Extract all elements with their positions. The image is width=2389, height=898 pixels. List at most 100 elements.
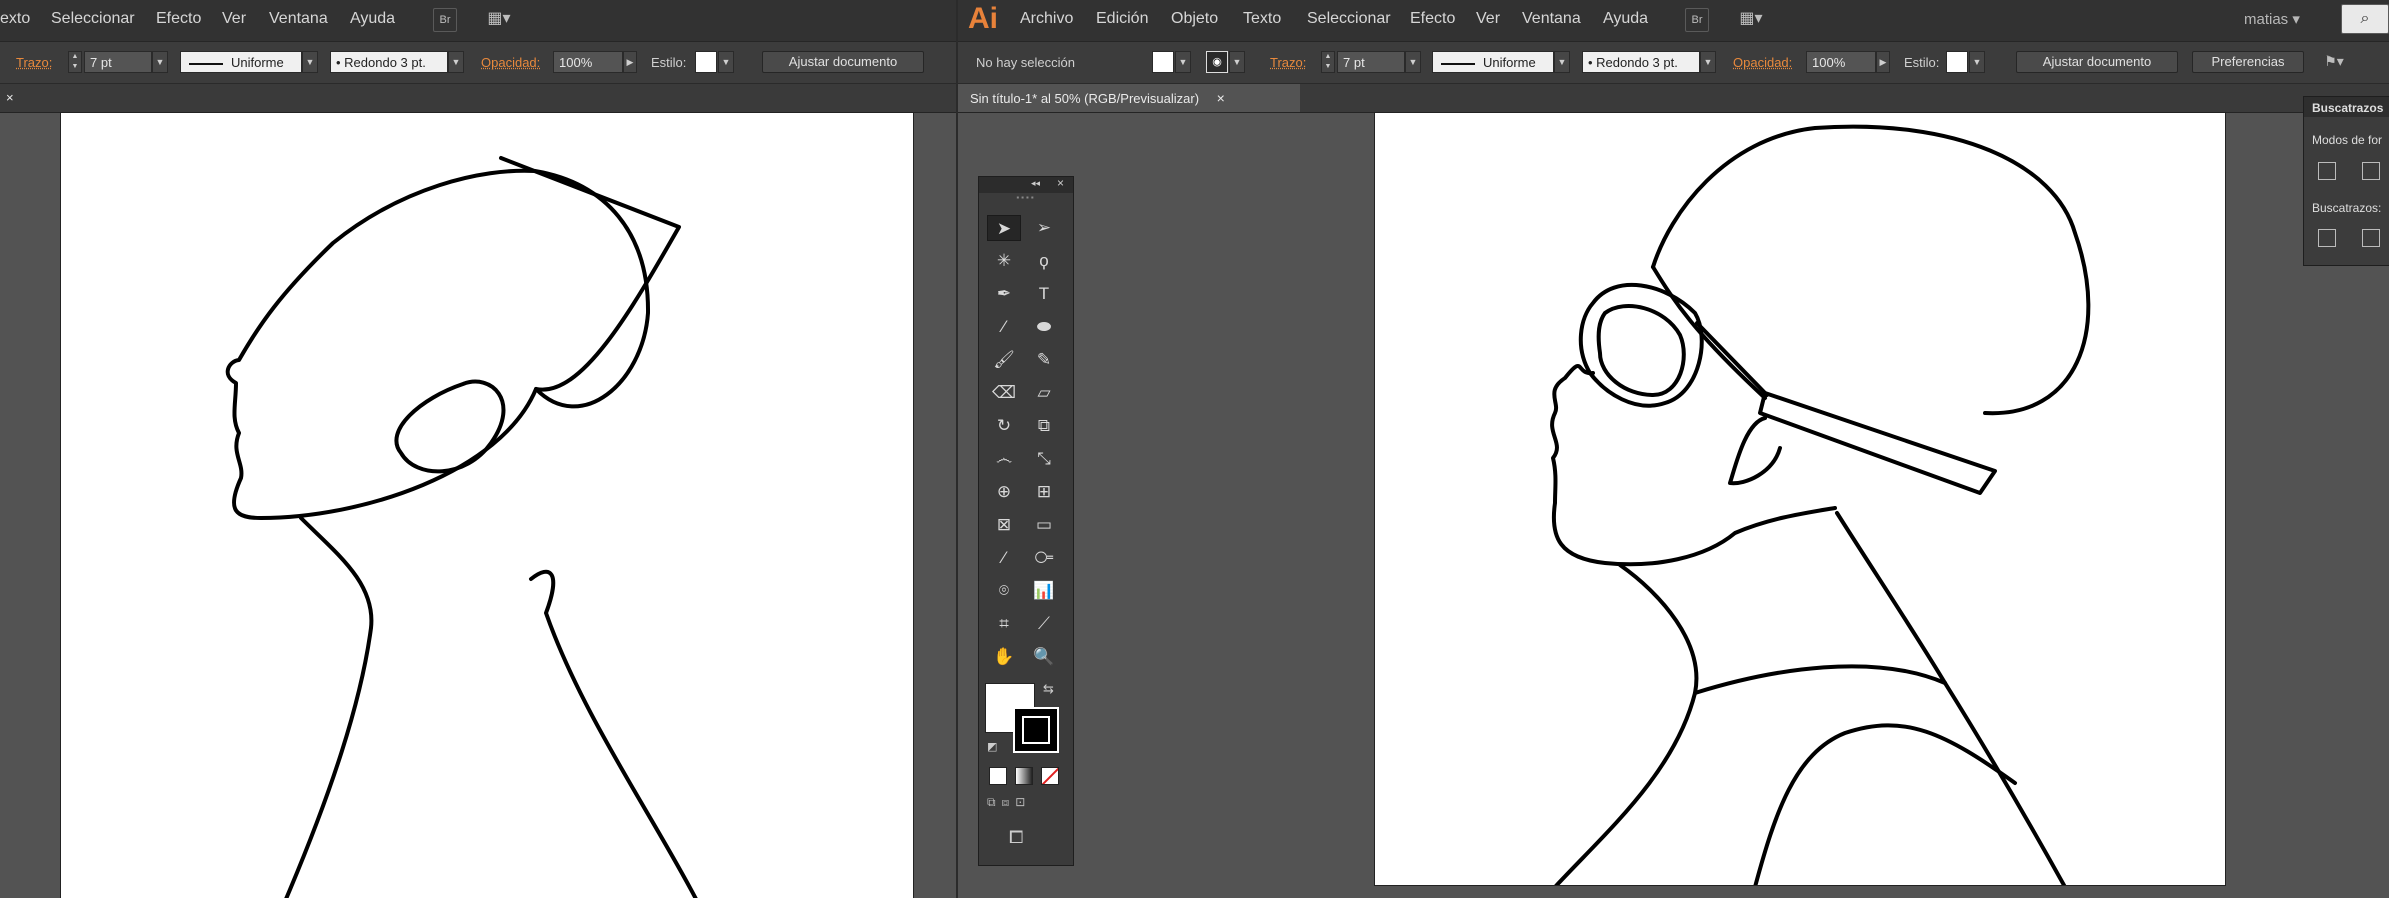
brush-dropdown[interactable]: ▼ — [1700, 51, 1716, 73]
stroke-weight-field[interactable]: 7 pt — [84, 51, 152, 73]
stroke-spinner[interactable]: ▲ ▼ — [1321, 51, 1335, 73]
menu-efecto[interactable]: Efecto — [1410, 10, 1455, 28]
paintbrush-tool[interactable]: 🖌 — [987, 347, 1021, 373]
variable-width-profile[interactable]: Uniforme — [180, 51, 302, 73]
fit-document-button[interactable]: Ajustar documento — [762, 51, 924, 73]
opacity-label[interactable]: Opacidad: — [1733, 55, 1792, 70]
stroke-label[interactable]: Trazo: — [16, 55, 52, 70]
opacity-arrow[interactable]: ▶ — [1876, 51, 1890, 73]
zoom-tool[interactable]: 🔍 — [1027, 644, 1061, 670]
menu-ventana[interactable]: Ventana — [269, 10, 328, 28]
preferences-button[interactable]: Preferencias — [2192, 51, 2304, 73]
profile-dropdown[interactable]: ▼ — [1554, 51, 1570, 73]
stroke-spinner[interactable]: ▲ ▼ — [68, 51, 82, 73]
search-icon[interactable]: ⌕ — [2341, 4, 2389, 34]
hand-tool[interactable]: ✋ — [987, 644, 1021, 670]
menu-objeto[interactable]: Objeto — [1171, 10, 1218, 28]
close-tab-icon[interactable]: × — [1217, 90, 1225, 106]
style-dropdown[interactable]: ▼ — [1969, 51, 1985, 73]
graphic-style-swatch[interactable] — [695, 51, 717, 73]
mesh-tool[interactable]: ⊠ — [987, 512, 1021, 538]
menu-seleccionar[interactable]: Seleccionar — [51, 10, 135, 28]
opacity-field[interactable]: 100% — [1806, 51, 1876, 73]
swap-fill-stroke-icon[interactable]: ⇆ — [1043, 681, 1054, 697]
drawing-modes-icon[interactable]: ⧉⧈⊡ — [987, 795, 1065, 815]
workspace-layout-icon[interactable]: ▦▾ — [1738, 8, 1764, 32]
artboard[interactable] — [1374, 112, 2226, 886]
unite-shape-icon[interactable] — [2318, 162, 2336, 180]
menu-ventana[interactable]: Ventana — [1522, 10, 1581, 28]
bridge-icon[interactable]: Br — [1685, 8, 1709, 32]
blend-tool[interactable]: ⧃ — [1027, 545, 1061, 571]
trim-shape-icon[interactable] — [2362, 229, 2380, 247]
menu-archivo[interactable]: Archivo — [1020, 10, 1073, 28]
pencil-tool[interactable]: ✎ — [1027, 347, 1061, 373]
style-dropdown[interactable]: ▼ — [718, 51, 734, 73]
stroke-label[interactable]: Trazo: — [1270, 55, 1306, 70]
stroke-swatch[interactable]: ◉ — [1206, 51, 1228, 73]
menu-seleccionar[interactable]: Seleccionar — [1307, 10, 1391, 28]
fit-document-button[interactable]: Ajustar documento — [2016, 51, 2178, 73]
symbol-sprayer-tool[interactable]: ⌾ — [987, 578, 1021, 604]
stroke-color-dropdown[interactable]: ▼ — [1229, 51, 1245, 73]
slice-tool[interactable]: ⟋ — [1027, 611, 1061, 637]
fill-dropdown[interactable]: ▼ — [1175, 51, 1191, 73]
free-transform-tool[interactable]: ⤡ — [1027, 446, 1061, 472]
color-mode-icon[interactable] — [989, 767, 1007, 785]
magic-wand-tool[interactable]: ✳ — [987, 248, 1021, 274]
menu-texto[interactable]: Texto — [1243, 10, 1281, 28]
document-tab[interactable]: Sin título-1* al 50% (RGB/Previsualizar)… — [958, 84, 1300, 112]
opacity-label[interactable]: Opacidad: — [481, 55, 540, 70]
screen-mode-icon[interactable]: ⧠ — [1009, 827, 1023, 848]
line-tool[interactable]: ⁄ — [987, 314, 1021, 340]
bridge-icon[interactable]: Br — [433, 8, 457, 32]
close-panel-icon[interactable]: × — [1057, 176, 1064, 190]
brush-dropdown[interactable]: ▼ — [448, 51, 464, 73]
menu-ver[interactable]: Ver — [222, 10, 246, 28]
brush-definition[interactable]: • Redondo 3 pt. — [330, 51, 448, 73]
rotate-tool[interactable]: ↻ — [987, 413, 1021, 439]
menu-ayuda[interactable]: Ayuda — [1603, 10, 1648, 28]
pathfinder-title[interactable]: Buscatrazos — [2312, 101, 2383, 115]
menu-ver[interactable]: Ver — [1476, 10, 1500, 28]
stroke-weight-dropdown[interactable]: ▼ — [1405, 51, 1421, 73]
user-account[interactable]: matias ▾ — [2244, 10, 2300, 28]
artboard[interactable] — [60, 112, 914, 898]
shape-builder-tool[interactable]: ⊕ — [987, 479, 1021, 505]
artboard-tool[interactable]: ⌗ — [987, 611, 1021, 637]
selection-tool[interactable]: ➤ — [987, 215, 1021, 241]
column-graph-tool[interactable]: 📊 — [1027, 578, 1061, 604]
menu-texto[interactable]: exto — [0, 10, 30, 28]
direct-selection-tool[interactable]: ➢ — [1027, 215, 1061, 241]
graphic-style-swatch[interactable] — [1946, 51, 1968, 73]
scale-tool[interactable]: ⧉ — [1027, 413, 1061, 439]
stroke-weight-field[interactable]: 7 pt — [1337, 51, 1405, 73]
none-mode-icon[interactable] — [1041, 767, 1059, 785]
divide-shape-icon[interactable] — [2318, 229, 2336, 247]
workspace-layout-icon[interactable]: ▦▾ — [486, 8, 512, 32]
fill-swatch[interactable] — [1152, 51, 1174, 73]
gradient-tool[interactable]: ▭ — [1027, 512, 1061, 538]
minus-front-shape-icon[interactable] — [2362, 162, 2380, 180]
opacity-field[interactable]: 100% — [553, 51, 623, 73]
variable-width-profile[interactable]: Uniforme — [1432, 51, 1554, 73]
lasso-tool[interactable]: ϙ — [1027, 248, 1061, 274]
panel-grip[interactable]: ▪▪▪▪ — [979, 193, 1073, 203]
warp-tool[interactable]: ෴ — [987, 446, 1021, 472]
collapse-panel-icon[interactable]: ◂◂ — [1031, 178, 1040, 189]
opacity-arrow[interactable]: ▶ — [623, 51, 637, 73]
eyedropper-tool[interactable]: ⁄ — [987, 545, 1021, 571]
menu-ayuda[interactable]: Ayuda — [350, 10, 395, 28]
eraser-tool[interactable]: ▱ — [1027, 380, 1061, 406]
ellipse-tool[interactable]: ⬬ — [1027, 314, 1061, 340]
blob-brush-tool[interactable]: ⌫ — [987, 380, 1021, 406]
stroke-weight-dropdown[interactable]: ▼ — [152, 51, 168, 73]
close-panel-icon[interactable]: × — [0, 84, 20, 112]
stroke-color-box[interactable] — [1013, 707, 1059, 753]
menu-edicion[interactable]: Edición — [1096, 10, 1148, 28]
type-tool[interactable]: T — [1027, 281, 1061, 307]
gradient-mode-icon[interactable] — [1015, 767, 1033, 785]
brush-definition[interactable]: • Redondo 3 pt. — [1582, 51, 1700, 73]
arrange-documents-icon[interactable]: ⚑▾ — [2321, 50, 2347, 74]
menu-efecto[interactable]: Efecto — [156, 10, 201, 28]
